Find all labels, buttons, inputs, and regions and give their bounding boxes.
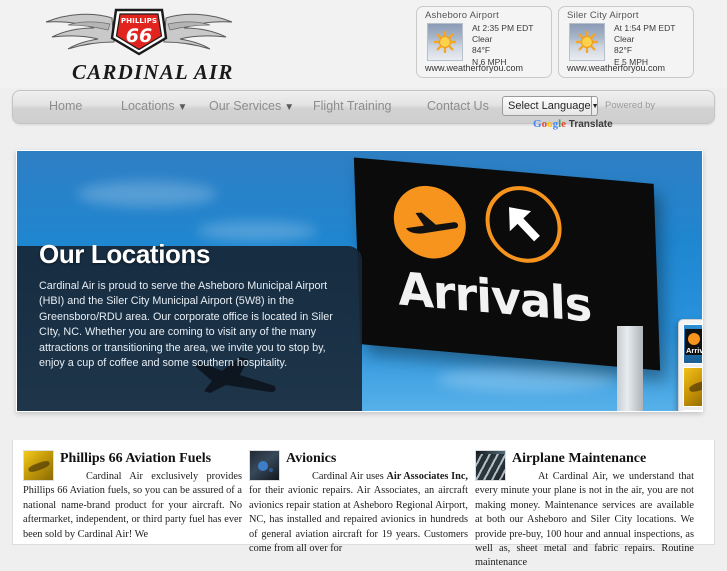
arrivals-sign-graphic: Arrivals	[353, 157, 661, 371]
weather-conditions: Clear	[472, 34, 493, 45]
svg-text:PHILLIPS: PHILLIPS	[121, 16, 157, 25]
feature-columns: Phillips 66 Aviation Fuels Cardinal Air …	[12, 440, 715, 568]
translate-word: Translate	[568, 119, 613, 130]
google-letter: G	[533, 118, 542, 130]
column-heading: Phillips 66 Aviation Fuels	[60, 451, 212, 466]
weather-time: At 1:54 PM EDT	[614, 23, 676, 33]
nav-label: Flight Training	[313, 99, 392, 113]
language-select-value: Select Language	[508, 100, 591, 112]
weather-temperature: 84°F	[472, 45, 491, 56]
nav-item-home[interactable]: Home	[49, 99, 82, 113]
slider-thumbnail-strip[interactable]: Arrivals nterp	[678, 319, 702, 411]
chevron-down-icon: ▼	[177, 102, 188, 113]
feature-column-avionics: Avionics Cardinal Air uses Air Associate…	[249, 448, 468, 556]
hero-body-text: Cardinal Air is proud to serve the Asheb…	[39, 280, 333, 370]
column-body-rest: plane is not in the air, you are not mak…	[475, 485, 694, 569]
weather-temperature: 82°F	[614, 45, 633, 56]
weather-source-link[interactable]: www.weatherforyou.com	[425, 63, 523, 73]
column-body: Cardinal Air uses Air Associates Inc, fo…	[249, 470, 468, 556]
column-body-rest: for their avionic repairs. Air Associate…	[249, 485, 468, 555]
nav-label: Locations	[121, 99, 175, 113]
weather-source-link[interactable]: www.weatherforyou.com	[567, 63, 665, 73]
weather-readings: At 1:54 PM EDT Clear 82°F E 5 MPH	[614, 23, 690, 68]
weather-station-name: Siler City Airport	[567, 10, 639, 21]
feature-column-fuels: Phillips 66 Aviation Fuels Cardinal Air …	[23, 448, 242, 542]
phillips-66-wings-logo: PHILLIPS 66	[45, 8, 233, 56]
chevron-down-icon[interactable]: ▼	[590, 97, 599, 115]
hero-heading: Our Locations	[39, 239, 211, 269]
column-body: Cardinal Air exclusively provides Philli…	[23, 470, 242, 542]
nav-label: Our Services	[209, 99, 282, 113]
weather-widget-asheboro[interactable]: Asheboro Airport At 2:35 PM EDT Clear 84…	[416, 6, 552, 78]
google-letter: e	[561, 118, 567, 130]
nav-label: Home	[49, 99, 83, 113]
weather-widget-siler-city[interactable]: Siler City Airport At 1:54 PM EDT Clear …	[558, 6, 694, 78]
column-heading: Avionics	[286, 451, 337, 466]
site-logo[interactable]: PHILLIPS 66 CARDINAL AIR	[24, 4, 254, 86]
sun-glyph	[576, 31, 598, 53]
engine-icon	[475, 450, 506, 481]
nav-item-contact-us[interactable]: Contact Us	[427, 99, 489, 113]
feature-column-maintenance: Airplane Maintenance At Cardinal Air, we…	[475, 448, 694, 571]
nav-item-locations[interactable]: Locations ▼	[121, 99, 187, 113]
brand-name: CARDINAL AIR	[72, 60, 234, 84]
sun-icon	[427, 23, 463, 61]
page-root: PHILLIPS 66 CARDINAL AIR Asheboro Airpor…	[0, 0, 727, 568]
slider-thumb-arrivals[interactable]: Arrivals	[683, 324, 702, 364]
weather-time: At 2:35 PM EDT	[472, 23, 534, 33]
slider-thumb-enterprise[interactable]: nterp	[683, 410, 702, 411]
fuel-icon	[23, 450, 54, 481]
cloud-wisp	[437, 366, 617, 392]
powered-by-label: Powered by	[605, 100, 656, 111]
hero-slider[interactable]: Arrivals Our Locations Cardinal Air is p…	[16, 150, 703, 412]
weather-conditions: Clear	[614, 34, 635, 45]
avionics-icon	[249, 450, 280, 481]
column-body-lead: Cardinal Air exclusively provides	[86, 471, 242, 482]
sun-icon	[569, 23, 605, 61]
weather-station-name: Asheboro Airport	[425, 10, 499, 21]
chevron-down-icon: ▼	[284, 102, 295, 113]
slider-thumb-fuel[interactable]	[683, 367, 702, 407]
sun-glyph	[434, 31, 456, 53]
cloud-wisp	[77, 181, 217, 207]
svg-text:66: 66	[126, 25, 152, 47]
main-navigation: Home Locations ▼ Our Services ▼ Flight Tra…	[12, 90, 715, 130]
language-select[interactable]: Select Language ▼	[502, 96, 599, 116]
column-body-rest: Phillips 66 Aviation fuels, so you can b…	[23, 485, 242, 540]
column-body: At Cardinal Air, we understand that ever…	[475, 470, 694, 571]
nav-label: Contact Us	[427, 99, 489, 113]
thumb-caption: Arrivals	[686, 346, 702, 355]
site-header: PHILLIPS 66 CARDINAL AIR Asheboro Airpor…	[0, 0, 727, 88]
column-body-bold: Air Associates Inc,	[386, 471, 468, 482]
cloud-wisp	[197, 221, 317, 241]
column-heading: Airplane Maintenance	[512, 451, 647, 466]
column-body-lead: Cardinal Air uses	[312, 471, 384, 482]
nav-item-our-services[interactable]: Our Services ▼	[209, 99, 294, 113]
arrow-up-left-icon	[509, 207, 540, 242]
nav-item-flight-training[interactable]: Flight Training	[313, 99, 392, 113]
sign-post	[617, 326, 643, 411]
airplane-icon	[406, 212, 459, 234]
google-translate-logo[interactable]: Google Translate	[533, 118, 613, 130]
weather-readings: At 2:35 PM EDT Clear 84°F N 6 MPH	[472, 23, 548, 68]
sign-text: Arrivals	[397, 261, 593, 333]
